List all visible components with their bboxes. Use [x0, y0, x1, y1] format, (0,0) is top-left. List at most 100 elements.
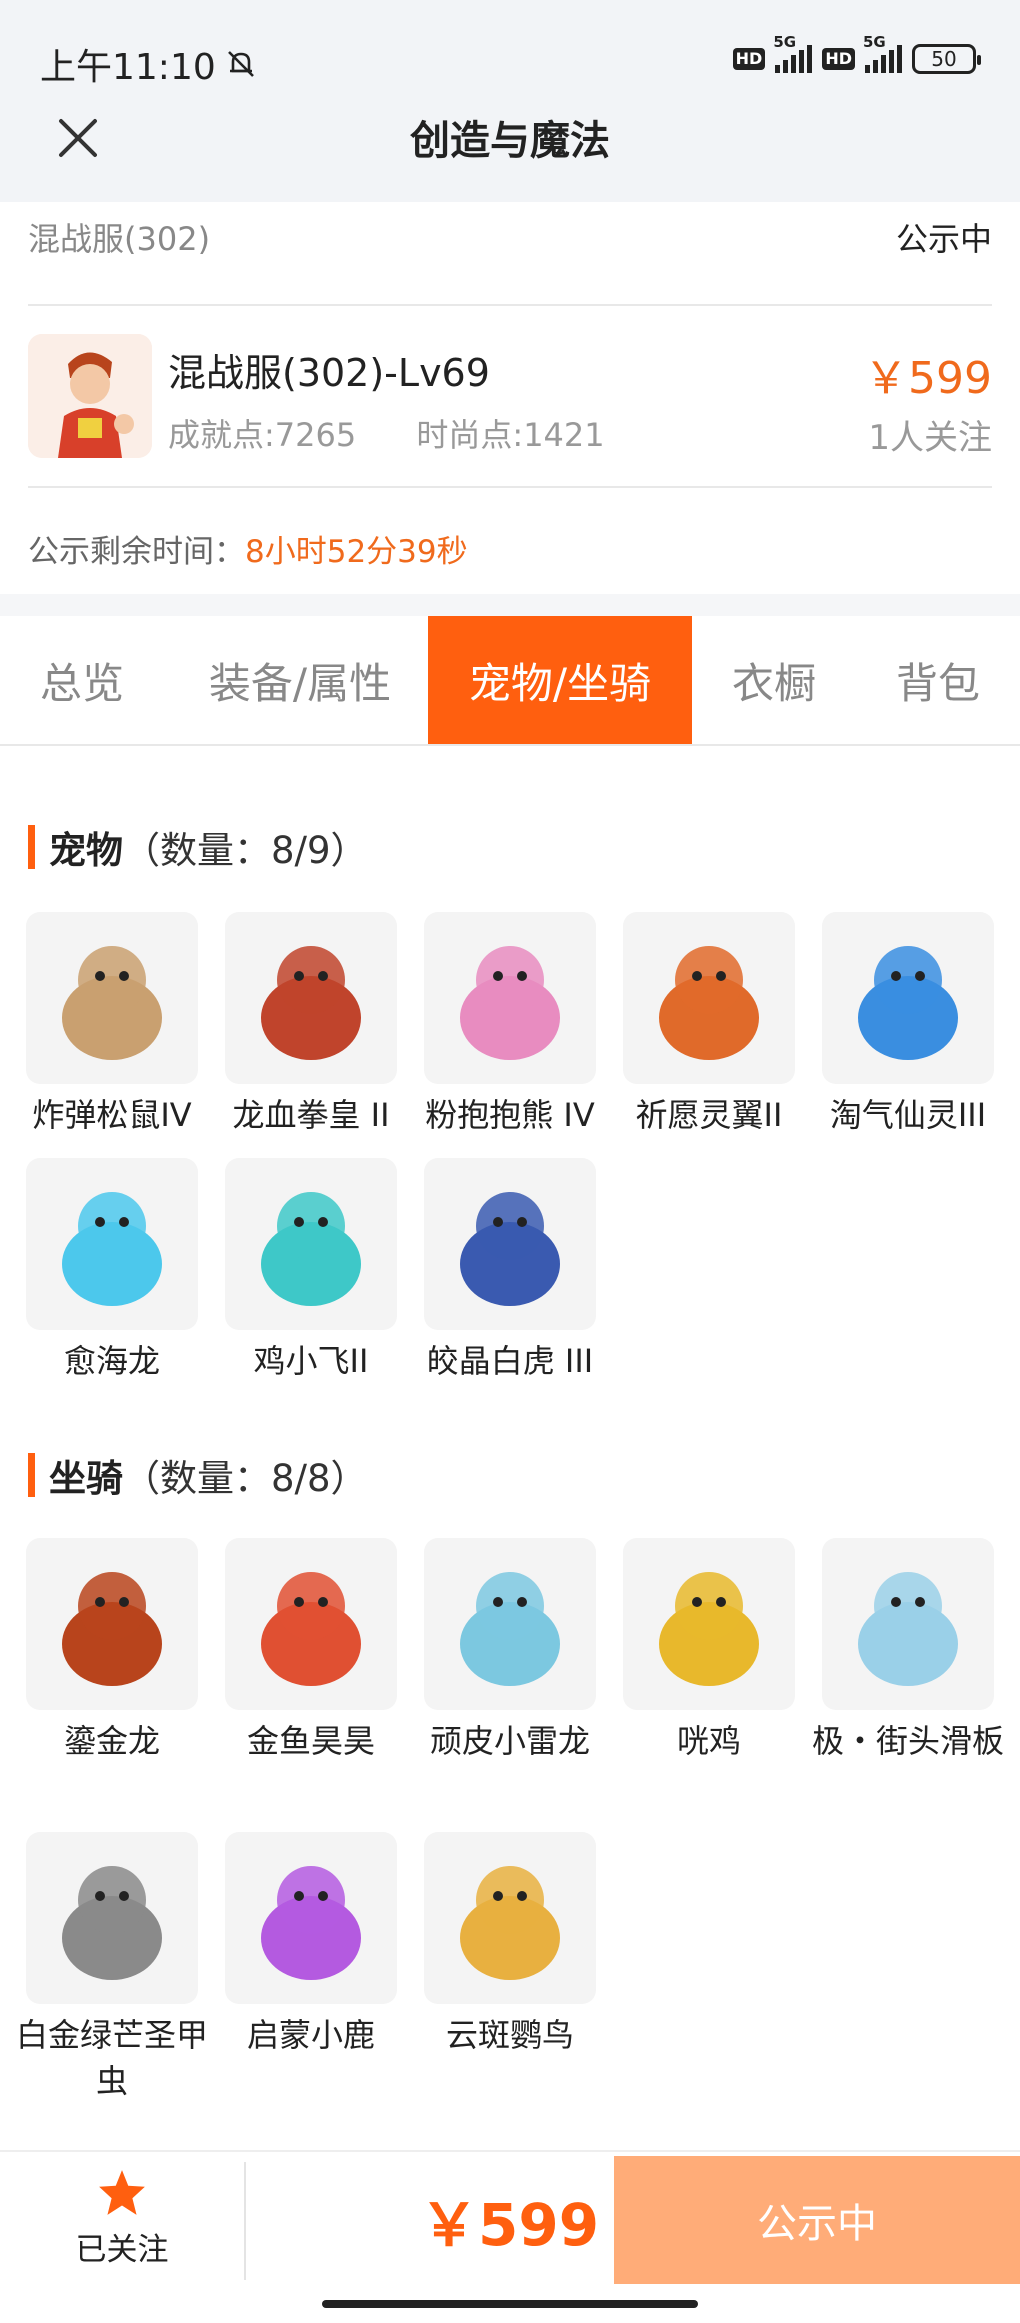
- bottom-price: ￥599: [420, 2191, 600, 2259]
- status-time-text: 上午11:10: [40, 47, 216, 88]
- item-label: 皎晶白虎 III: [426, 1342, 594, 1380]
- mount-item[interactable]: 极・街头滑板: [808, 1538, 1008, 1764]
- goldfish-icon: [261, 1572, 361, 1686]
- signal-icon: 5G: [863, 33, 902, 73]
- listing-status: 公示中: [895, 220, 992, 258]
- follow-button[interactable]: 已关注: [0, 2152, 244, 2282]
- tab-wardrobe[interactable]: 衣橱: [700, 616, 848, 744]
- section-gap: [0, 594, 1020, 616]
- pets-section-title: 宠物 （数量：8/9）: [28, 820, 368, 874]
- top-bar: 上午11:10 HD 5G HD 5G 50 创造与魔法: [0, 0, 1020, 202]
- item-label: 祈愿灵翼II: [635, 1096, 783, 1134]
- item-thumbnail: [26, 1832, 198, 2004]
- pet-item[interactable]: 皎晶白虎 III: [410, 1158, 610, 1384]
- item-label: 云斑鹦鸟: [445, 2016, 574, 2054]
- item-label: 淘气仙灵III: [829, 1096, 987, 1134]
- mute-bell-icon: [227, 51, 254, 77]
- divider: [244, 2162, 246, 2280]
- pet-item[interactable]: 炸弹松鼠IV: [12, 912, 212, 1138]
- blue-pup-icon: [858, 946, 958, 1060]
- pet-item[interactable]: 愈海龙: [12, 1158, 212, 1384]
- divider: [28, 486, 992, 488]
- mount-item[interactable]: 启蒙小鹿: [211, 1832, 411, 2058]
- parrot-icon: [460, 1866, 560, 1980]
- mounts-section-title: 坐骑 （数量：8/8）: [28, 1448, 368, 1502]
- page-title: 创造与魔法: [410, 118, 610, 164]
- item-thumbnail: [424, 1158, 596, 1330]
- public-notice-button[interactable]: 公示中: [614, 2156, 1020, 2284]
- item-thumbnail: [225, 1158, 397, 1330]
- deer-icon: [261, 1866, 361, 1980]
- mount-item[interactable]: 金鱼昊昊: [211, 1538, 411, 1764]
- status-time: 上午11:10: [40, 38, 258, 90]
- mount-item[interactable]: 顽皮小雷龙: [410, 1538, 610, 1764]
- countdown-label: 公示剩余时间：: [28, 534, 245, 570]
- bottom-bar: 已关注 ￥599 公示中: [0, 2150, 1020, 2323]
- character-price: ￥599: [864, 353, 992, 404]
- sea-dragon-icon: [62, 1192, 162, 1306]
- home-indicator: [322, 2300, 698, 2308]
- white-tiger-icon: [460, 1192, 560, 1306]
- pet-item[interactable]: 龙血拳皇 II: [211, 912, 411, 1138]
- dino-icon: [460, 1572, 560, 1686]
- item-thumbnail: [623, 912, 795, 1084]
- network-type-label: 5G: [773, 33, 797, 51]
- section-marker: [28, 1453, 35, 1497]
- item-thumbnail: [225, 912, 397, 1084]
- pet-item[interactable]: 粉抱抱熊 IV: [410, 912, 610, 1138]
- signal-icon: 5G: [773, 33, 813, 73]
- server-row: 混战服(302) 公示中: [28, 214, 992, 260]
- mount-item[interactable]: 咣鸡: [609, 1538, 809, 1764]
- item-label: 鸡小飞II: [253, 1342, 369, 1380]
- item-thumbnail: [822, 912, 994, 1084]
- battery-icon: 50: [912, 44, 981, 74]
- item-label: 极・街头滑板: [811, 1722, 1004, 1760]
- item-label: 鎏金龙: [63, 1722, 160, 1760]
- star-icon: [99, 2170, 145, 2215]
- mount-item[interactable]: 鎏金龙: [12, 1538, 212, 1764]
- item-thumbnail: [822, 1538, 994, 1710]
- fashion-points: 时尚点:1421: [416, 416, 605, 454]
- character-avatar: [28, 334, 152, 458]
- countdown: 公示剩余时间：8小时52分39秒: [28, 526, 468, 571]
- follower-count: 1人关注: [868, 418, 992, 458]
- divider: [28, 304, 992, 306]
- hd-badge: HD: [732, 48, 766, 70]
- item-label: 粉抱抱熊 IV: [425, 1096, 595, 1134]
- item-thumbnail: [26, 912, 198, 1084]
- beetle-icon: [62, 1866, 162, 1980]
- item-thumbnail: [225, 1832, 397, 2004]
- tab-overview[interactable]: 总览: [0, 616, 164, 744]
- pets-count: （数量：8/9）: [123, 829, 368, 872]
- item-label: 炸弹松鼠IV: [32, 1096, 192, 1134]
- pink-bear-icon: [460, 946, 560, 1060]
- item-thumbnail: [424, 912, 596, 1084]
- countdown-value: 8小时52分39秒: [245, 534, 468, 570]
- item-label: 白金绿芒圣甲虫: [15, 2016, 208, 2100]
- item-thumbnail: [26, 1158, 198, 1330]
- character-avatar-icon: [28, 334, 152, 458]
- tab-pets-mounts[interactable]: 宠物/坐骑: [428, 616, 692, 744]
- pet-item[interactable]: 祈愿灵翼II: [609, 912, 809, 1138]
- tab-equipment[interactable]: 装备/属性: [180, 616, 420, 744]
- section-marker: [28, 825, 35, 869]
- item-thumbnail: [26, 1538, 198, 1710]
- pet-item[interactable]: 鸡小飞II: [211, 1158, 411, 1384]
- tab-bar: 总览 装备/属性 宠物/坐骑 衣橱 背包: [0, 616, 1020, 746]
- tab-backpack[interactable]: 背包: [856, 616, 1020, 744]
- pets-title: 宠物: [49, 829, 123, 872]
- item-label: 顽皮小雷龙: [429, 1722, 590, 1760]
- chick-muscle-icon: [261, 1192, 361, 1306]
- mounts-count: （数量：8/8）: [123, 1457, 368, 1500]
- item-label: 愈海龙: [63, 1342, 160, 1380]
- dragon-boxer-icon: [261, 946, 361, 1060]
- pet-item[interactable]: 淘气仙灵III: [808, 912, 1008, 1138]
- character-stats: 成就点:7265 时尚点:1421: [168, 410, 655, 456]
- mount-item[interactable]: 白金绿芒圣甲虫: [12, 1832, 212, 2104]
- mount-item[interactable]: 云斑鹦鸟: [410, 1832, 610, 2058]
- character-card[interactable]: 混战服(302)-Lv69 成就点:7265 时尚点:1421 ￥599 1人关…: [28, 334, 992, 458]
- character-name: 混战服(302)-Lv69: [168, 351, 490, 395]
- item-thumbnail: [424, 1832, 596, 2004]
- hd-badge: HD: [822, 48, 855, 70]
- network-type-label: 5G: [863, 33, 886, 51]
